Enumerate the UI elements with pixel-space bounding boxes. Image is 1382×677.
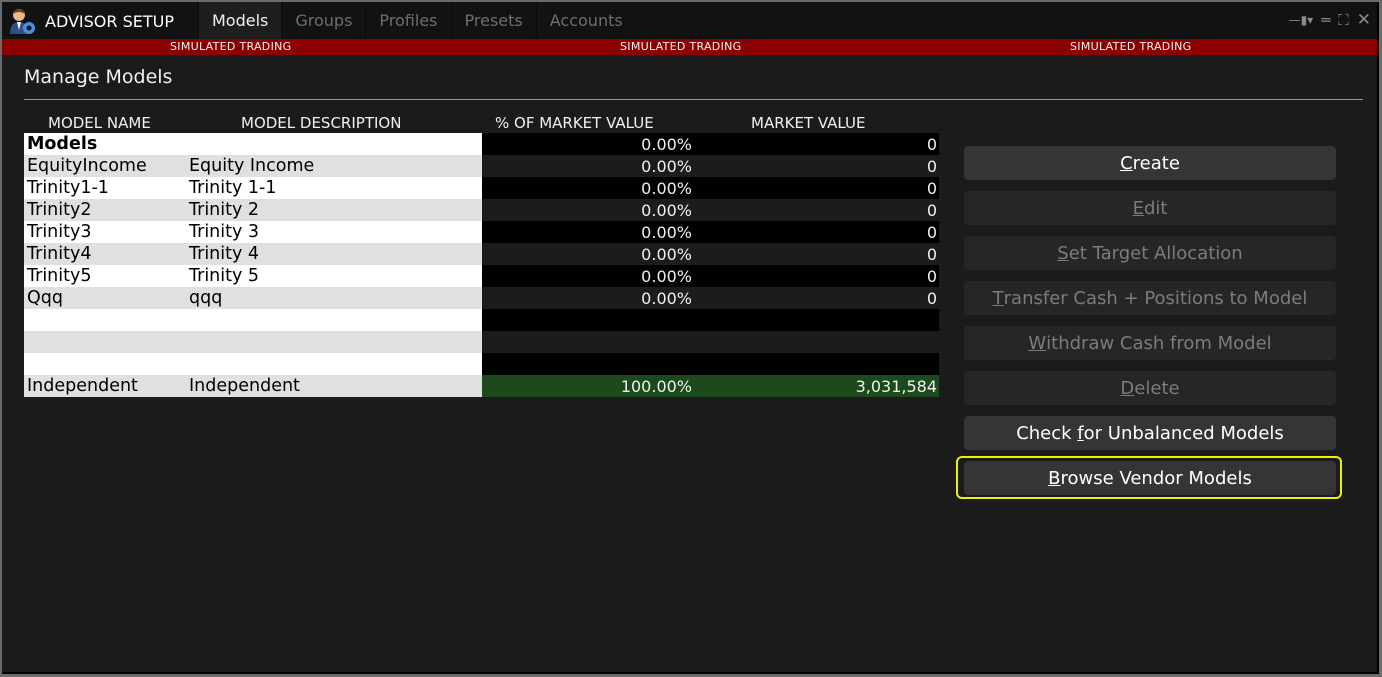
tab-presets[interactable]: Presets <box>450 2 536 39</box>
button-label: reate <box>1132 152 1180 174</box>
table-row[interactable]: Trinity1-1 Trinity 1-1 0.00% 0 <box>24 177 939 199</box>
button-label: Check <box>1016 422 1078 444</box>
table-row[interactable]: Trinity5 Trinity 5 0.00% 0 <box>24 265 939 287</box>
edit-button[interactable]: Edit <box>964 191 1336 225</box>
pct-cell: 0.00% <box>641 134 692 154</box>
button-label: ransfer Cash + Positions to Model <box>1003 287 1308 309</box>
button-label: dit <box>1143 197 1168 219</box>
delete-button[interactable]: Delete <box>964 371 1336 405</box>
mv-cell: 0 <box>926 244 937 264</box>
maximize-icon[interactable]: ⛶ <box>1338 11 1349 29</box>
mnemonic: D <box>1120 377 1135 399</box>
button-label: et Target Allocation <box>1068 242 1243 264</box>
model-name-cell: Trinity4 <box>27 244 92 264</box>
model-description-cell: Trinity 5 <box>189 266 260 286</box>
model-name-cell: Trinity5 <box>27 266 92 286</box>
simulated-trading-banner: SIMULATED TRADING SIMULATED TRADING SIMU… <box>2 39 1377 55</box>
model-name-cell: Trinity3 <box>27 222 92 242</box>
header-model-name[interactable]: MODEL NAME <box>48 114 151 132</box>
simulated-trading-label: SIMULATED TRADING <box>1070 40 1192 53</box>
model-name-cell: Trinity2 <box>27 200 92 220</box>
header-market-value[interactable]: MARKET VALUE <box>751 114 866 132</box>
check-unbalanced-models-button[interactable]: Check f or Unbalanced Models <box>964 416 1336 450</box>
model-description-cell: Independent <box>189 376 300 396</box>
header-model-description[interactable]: MODEL DESCRIPTION <box>241 114 401 132</box>
minimize-icon[interactable]: ═ <box>1321 11 1330 29</box>
close-icon[interactable]: ✕ <box>1357 11 1371 29</box>
title-bar: ADVISOR SETUP Models Groups Profiles Pre… <box>2 2 1377 39</box>
pct-cell: 0.00% <box>641 178 692 198</box>
create-button[interactable]: Create <box>964 146 1336 180</box>
mv-cell: 3,031,584 <box>855 376 937 396</box>
mv-cell: 0 <box>926 266 937 286</box>
empty-row <box>24 309 939 331</box>
button-label: or Unbalanced Models <box>1083 422 1284 444</box>
advisor-setup-window: ADVISOR SETUP Models Groups Profiles Pre… <box>2 2 1379 674</box>
table-row[interactable]: Trinity4 Trinity 4 0.00% 0 <box>24 243 939 265</box>
browse-vendor-models-button[interactable]: Browse Vendor Models <box>964 461 1336 495</box>
button-label: rowse Vendor Models <box>1060 467 1252 489</box>
pin-icon[interactable]: —▮▾ <box>1289 11 1314 29</box>
model-description-cell: Trinity 4 <box>189 244 260 264</box>
pct-cell: 0.00% <box>641 222 692 242</box>
button-label: ithdraw Cash from Model <box>1046 332 1272 354</box>
mnemonic: T <box>992 287 1004 309</box>
app-title: ADVISOR SETUP <box>45 12 174 31</box>
mv-cell: 0 <box>926 222 937 242</box>
model-name-cell: Qqq <box>27 288 63 308</box>
model-description-cell: Equity Income <box>189 156 315 176</box>
mv-cell: 0 <box>926 156 937 176</box>
mnemonic: S <box>1057 242 1069 264</box>
group-row-models[interactable]: Models 0.00% 0 <box>24 133 939 155</box>
tab-accounts[interactable]: Accounts <box>535 2 636 39</box>
independent-row[interactable]: Independent Independent 100.00% 3,031,584 <box>24 375 939 397</box>
models-table: Models 0.00% 0 EquityIncome Equity Income … <box>24 133 939 397</box>
pct-cell: 0.00% <box>641 244 692 264</box>
mnemonic: C <box>1120 152 1133 174</box>
set-target-allocation-button[interactable]: Set Target Allocation <box>964 236 1336 270</box>
model-description-cell: Trinity 1-1 <box>189 178 277 198</box>
pct-cell: 0.00% <box>641 156 692 176</box>
withdraw-cash-button[interactable]: Withdraw Cash from Model <box>964 326 1336 360</box>
model-name-cell: EquityIncome <box>27 156 147 176</box>
table-row[interactable]: Trinity2 Trinity 2 0.00% 0 <box>24 199 939 221</box>
transfer-cash-positions-button[interactable]: Transfer Cash + Positions to Model <box>964 281 1336 315</box>
mnemonic: B <box>1048 467 1061 489</box>
title-divider <box>24 99 1363 100</box>
simulated-trading-label: SIMULATED TRADING <box>170 40 292 53</box>
group-label: Models <box>27 134 98 154</box>
pct-cell: 0.00% <box>641 288 692 308</box>
table-row[interactable]: Trinity3 Trinity 3 0.00% 0 <box>24 221 939 243</box>
window-controls: —▮▾ ═ ⛶ ✕ <box>1289 11 1371 29</box>
mv-cell: 0 <box>926 288 937 308</box>
empty-row <box>24 353 939 375</box>
table-row[interactable]: EquityIncome Equity Income 0.00% 0 <box>24 155 939 177</box>
button-label: elete <box>1134 377 1180 399</box>
advisor-user-gear-icon <box>10 9 35 34</box>
pct-cell: 100.00% <box>620 376 692 396</box>
mnemonic: E <box>1132 197 1144 219</box>
page-title: Manage Models <box>24 66 173 88</box>
tab-groups[interactable]: Groups <box>281 2 366 39</box>
model-description-cell: qqq <box>189 288 223 308</box>
mv-cell: 0 <box>926 178 937 198</box>
model-name-cell: Independent <box>27 376 138 396</box>
tab-models[interactable]: Models <box>198 2 282 39</box>
mnemonic: W <box>1028 332 1047 354</box>
model-description-cell: Trinity 2 <box>189 200 260 220</box>
simulated-trading-label: SIMULATED TRADING <box>620 40 742 53</box>
mv-cell: 0 <box>926 200 937 220</box>
pct-cell: 0.00% <box>641 266 692 286</box>
table-row[interactable]: Qqq qqq 0.00% 0 <box>24 287 939 309</box>
tab-bar: Models Groups Profiles Presets Accounts <box>198 2 636 39</box>
model-description-cell: Trinity 3 <box>189 222 260 242</box>
pct-cell: 0.00% <box>641 200 692 220</box>
empty-row <box>24 331 939 353</box>
mv-cell: 0 <box>926 134 937 154</box>
header-pct-market-value[interactable]: % OF MARKET VALUE <box>495 114 654 132</box>
model-name-cell: Trinity1-1 <box>27 178 109 198</box>
tab-profiles[interactable]: Profiles <box>365 2 451 39</box>
